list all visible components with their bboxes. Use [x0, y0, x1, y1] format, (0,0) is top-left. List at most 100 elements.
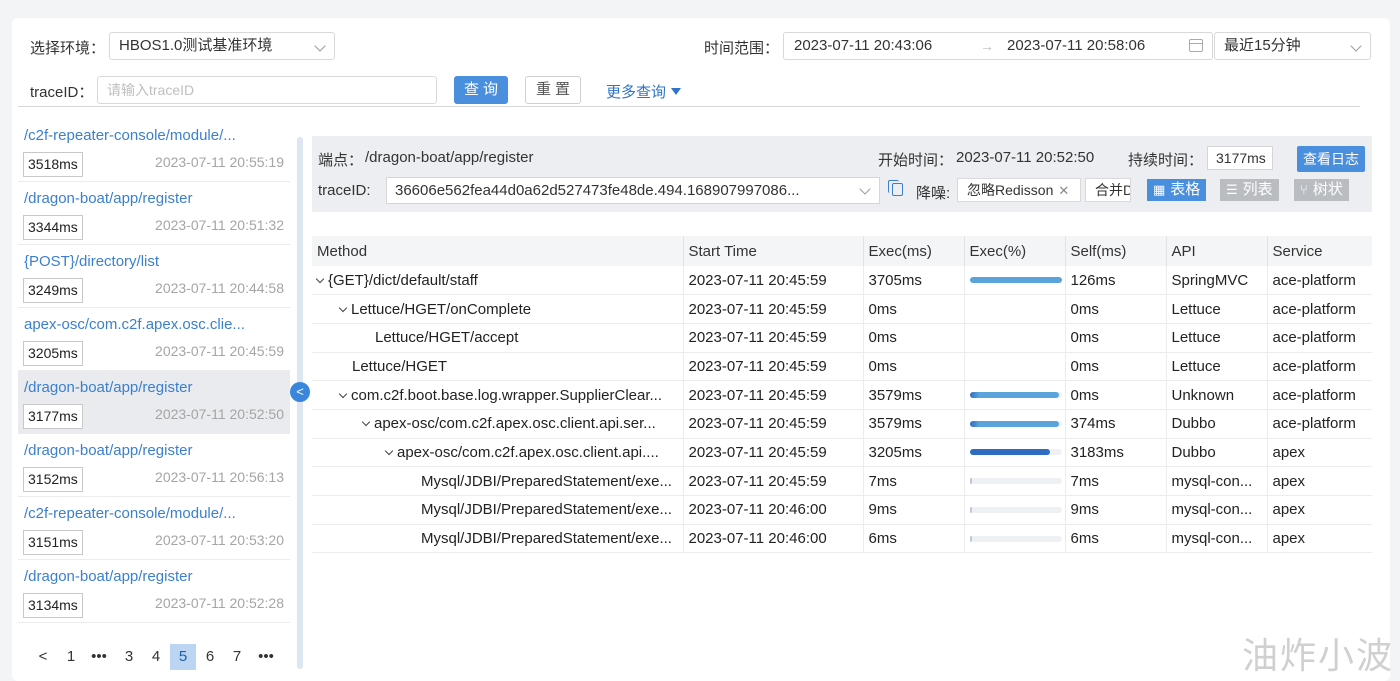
chevron-down-icon[interactable] [338, 389, 348, 398]
view-log-button[interactable]: 查看日志 [1297, 146, 1365, 172]
trace-list-item[interactable]: /c2f-repeater-console/module/... 3151ms … [18, 497, 290, 560]
cell-api: mysql-con... [1166, 495, 1268, 525]
cell-api: Dubbo [1166, 409, 1268, 439]
table-row[interactable]: Lettuce/HGET/accept 2023-07-11 20:45:59 0m… [312, 323, 1372, 353]
exec-pct-bar [969, 478, 972, 485]
method-text: com.c2f.boot.base.log.wrapper.SupplierCl… [351, 386, 663, 404]
col-service[interactable]: Service [1267, 236, 1372, 266]
page-item[interactable]: 3 [116, 644, 142, 670]
cell-exec-pct [964, 438, 1066, 468]
col-self-ms[interactable]: Self(ms) [1065, 236, 1167, 266]
cell-exec-pct [964, 409, 1066, 439]
trace-list-item[interactable]: /dragon-boat/app/register 3344ms 2023-07… [18, 182, 290, 245]
table-row[interactable]: Mysql/JDBI/PreparedStatement/exe... 2023-… [312, 524, 1372, 554]
trace-time: 2023-07-11 20:56:13 [155, 469, 284, 485]
cell-self-ms: 7ms [1065, 466, 1167, 496]
table-row[interactable]: apex-osc/com.c2f.apex.osc.client.api.ser… [312, 409, 1372, 439]
exec-pct-bar [969, 506, 972, 513]
trace-duration-badge: 3518ms [23, 152, 83, 177]
duration-value: 3177ms [1207, 146, 1273, 170]
chevron-down-icon[interactable] [315, 274, 325, 283]
start-time-label: 开始时间： [878, 152, 954, 169]
cell-method: Mysql/JDBI/PreparedStatement/exe... [312, 495, 684, 525]
query-button[interactable]: 查询 [454, 76, 508, 104]
close-icon[interactable]: ✕ [1058, 183, 1069, 198]
table-row[interactable]: apex-osc/com.c2f.apex.osc.client.api....… [312, 438, 1372, 468]
view-table-button[interactable]: ▦ 表格 [1147, 179, 1207, 201]
page-item-current[interactable]: 5 [170, 644, 196, 670]
trace-list-item-active[interactable]: /dragon-boat/app/register 3177ms 2023-07… [18, 371, 290, 434]
trace-list-item[interactable]: /c2f-repeater-console/module/... 3518ms … [18, 119, 290, 182]
copy-icon[interactable] [888, 180, 903, 196]
cell-api: SpringMVC [1166, 266, 1268, 296]
time-range-label: 时间范围： [704, 40, 780, 57]
cell-start-time: 2023-07-11 20:46:00 [683, 495, 864, 525]
page-item[interactable]: 1 [58, 644, 84, 670]
cell-exec-ms: 6ms [863, 524, 965, 554]
time-end[interactable]: 2023-07-11 20:58:06 [1007, 33, 1145, 59]
view-list-button[interactable]: ☰ 列表 [1220, 179, 1279, 201]
page-item[interactable]: 7 [224, 644, 250, 670]
chevron-down-icon[interactable] [384, 446, 394, 456]
cell-exec-ms: 3579ms [863, 380, 965, 410]
list-scrollbar[interactable] [297, 137, 303, 669]
page-item[interactable]: 4 [143, 644, 169, 670]
more-query-link[interactable]: 更多查询 [606, 81, 682, 102]
exec-pct-bar [969, 392, 1059, 399]
denoise-label: 降噪: [916, 185, 951, 202]
cell-api: Lettuce [1166, 294, 1268, 324]
col-api[interactable]: API [1166, 236, 1268, 266]
view-tree-button[interactable]: ⑂ 树状 [1294, 179, 1349, 201]
trace-list-item[interactable]: /dragon-boat/app/register 3134ms 2023-07… [18, 560, 290, 623]
denoise-tag-merge[interactable]: 合并D [1085, 178, 1131, 202]
cell-service: apex [1267, 524, 1372, 554]
table-row[interactable]: Mysql/JDBI/PreparedStatement/exe... 2023-… [312, 495, 1372, 525]
time-range-picker[interactable]: 2023-07-11 20:43:06 → 2023-07-11 20:58:0… [783, 32, 1213, 60]
cell-method: Lettuce/HGET/onComplete [312, 294, 684, 324]
table-row[interactable]: com.c2f.boot.base.log.wrapper.SupplierCl… [312, 380, 1372, 410]
env-select[interactable]: HBOS1.0测试基准环境 [109, 32, 335, 60]
cell-service: ace-platform [1267, 380, 1372, 410]
exec-pct-bar [969, 420, 1059, 427]
col-method[interactable]: Method [312, 236, 684, 266]
prev-page-button[interactable]: < [30, 644, 56, 670]
collapse-panel-button[interactable]: < [290, 382, 310, 402]
denoise-tag-redisson[interactable]: 忽略Redisson ✕ [957, 178, 1081, 202]
page-item[interactable]: 6 [197, 644, 223, 670]
trace-path: /c2f-repeater-console/module/... [24, 505, 236, 522]
cell-method: Mysql/JDBI/PreparedStatement/exe... [312, 524, 684, 554]
cell-self-ms: 374ms [1065, 409, 1167, 439]
method-text: Lettuce/HGET/accept [375, 329, 519, 347]
col-start-time[interactable]: Start Time [683, 236, 864, 266]
cell-exec-pct [964, 266, 1066, 296]
quick-range-select[interactable]: 最近15分钟 [1214, 32, 1371, 60]
method-text: apex-osc/com.c2f.apex.osc.client.api.... [397, 443, 659, 461]
trace-list-item[interactable]: {POST}/directory/list 3249ms 2023-07-11 … [18, 245, 290, 308]
table-row[interactable]: Lettuce/HGET/onComplete 2023-07-11 20:45:… [312, 294, 1372, 324]
chevron-down-icon[interactable] [361, 418, 371, 427]
table-row[interactable]: {GET}/dict/default/staff 2023-07-11 20:45… [312, 266, 1372, 296]
trace-list-item[interactable]: apex-osc/com.c2f.apex.osc.clie... 3205ms… [18, 308, 290, 371]
traceid-input[interactable] [97, 76, 437, 104]
trace-path: /c2f-repeater-console/module/... [24, 127, 236, 144]
page-ellipsis[interactable]: ••• [86, 644, 112, 670]
page-ellipsis[interactable]: ••• [253, 644, 279, 670]
cell-self-ms: 0ms [1065, 380, 1167, 410]
trace-time: 2023-07-11 20:51:32 [155, 217, 284, 233]
cell-method: com.c2f.boot.base.log.wrapper.SupplierCl… [312, 380, 684, 410]
method-text: Mysql/JDBI/PreparedStatement/exe... [421, 472, 672, 490]
trace-path: /dragon-boat/app/register [24, 379, 193, 396]
reset-button[interactable]: 重置 [525, 76, 581, 104]
col-exec-ms[interactable]: Exec(ms) [863, 236, 965, 266]
table-row[interactable]: Mysql/JDBI/PreparedStatement/exe... 2023-… [312, 466, 1372, 496]
trace-duration-badge: 3177ms [23, 404, 83, 429]
cell-service: apex [1267, 438, 1372, 468]
chevron-down-icon[interactable] [338, 303, 348, 312]
col-exec-pct[interactable]: Exec(%) [964, 236, 1066, 266]
table-row[interactable]: Lettuce/HGET 2023-07-11 20:45:59 0ms 0ms Let… [312, 352, 1372, 382]
branch-icon: ⑂ [1300, 182, 1308, 197]
time-start[interactable]: 2023-07-11 20:43:06 [794, 37, 932, 54]
trace-list-item[interactable]: /dragon-boat/app/register 3152ms 2023-07… [18, 434, 290, 497]
traceid-select[interactable]: 36606e562fea44d0a62d527473fe48de.494.168… [386, 177, 880, 204]
trace-duration-badge: 3344ms [23, 215, 83, 240]
